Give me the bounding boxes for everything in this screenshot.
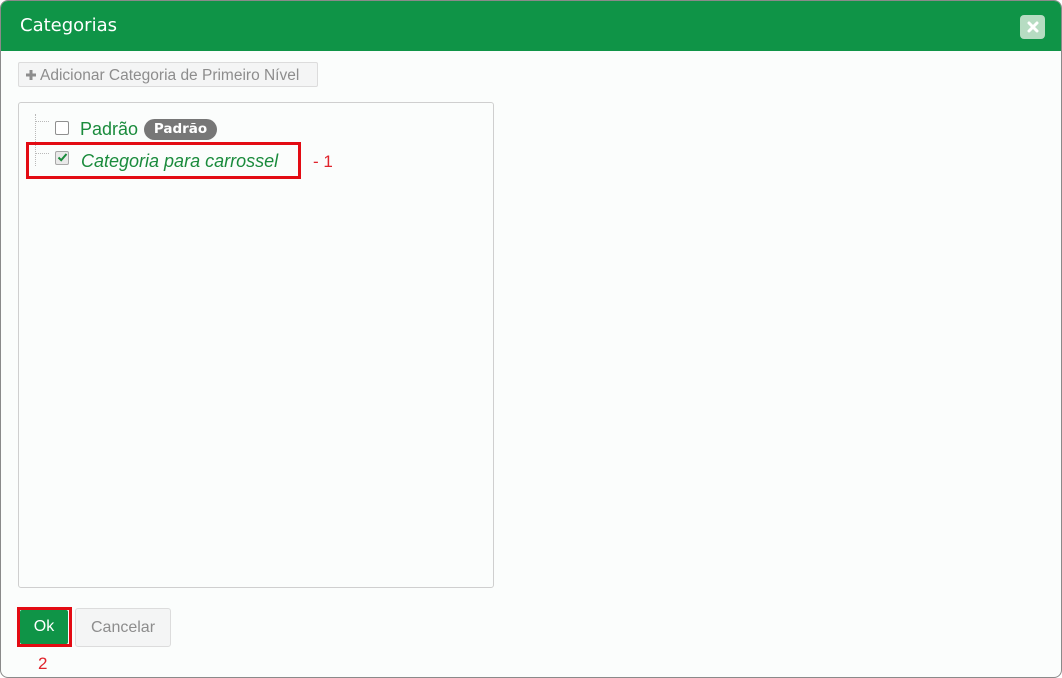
categories-dialog: Categorias Adicionar Categoria de Primei… [0,0,1062,678]
step2-highlight-box [17,607,72,647]
dialog-titlebar: Categorias [1,1,1061,51]
tree-item-label-padrao[interactable]: Padrão [80,119,138,140]
step1-annotation: - 1 [313,152,333,171]
tree-item-checkbox-padrao[interactable] [55,121,69,135]
cancel-button[interactable]: Cancelar [75,608,171,647]
step2-annotation: 2 [38,654,48,673]
add-first-level-category-label: Adicionar Categoria de Primeiro Nível [40,67,300,84]
step1-highlight-box [26,142,301,179]
dialog-title: Categorias [20,15,117,36]
plus-icon [26,70,36,80]
tree-guide-line [35,121,49,122]
add-first-level-category-button[interactable]: Adicionar Categoria de Primeiro Nível [18,62,318,87]
close-icon [1027,21,1038,33]
default-badge: Padrão [144,119,217,140]
close-button[interactable] [1020,15,1045,39]
